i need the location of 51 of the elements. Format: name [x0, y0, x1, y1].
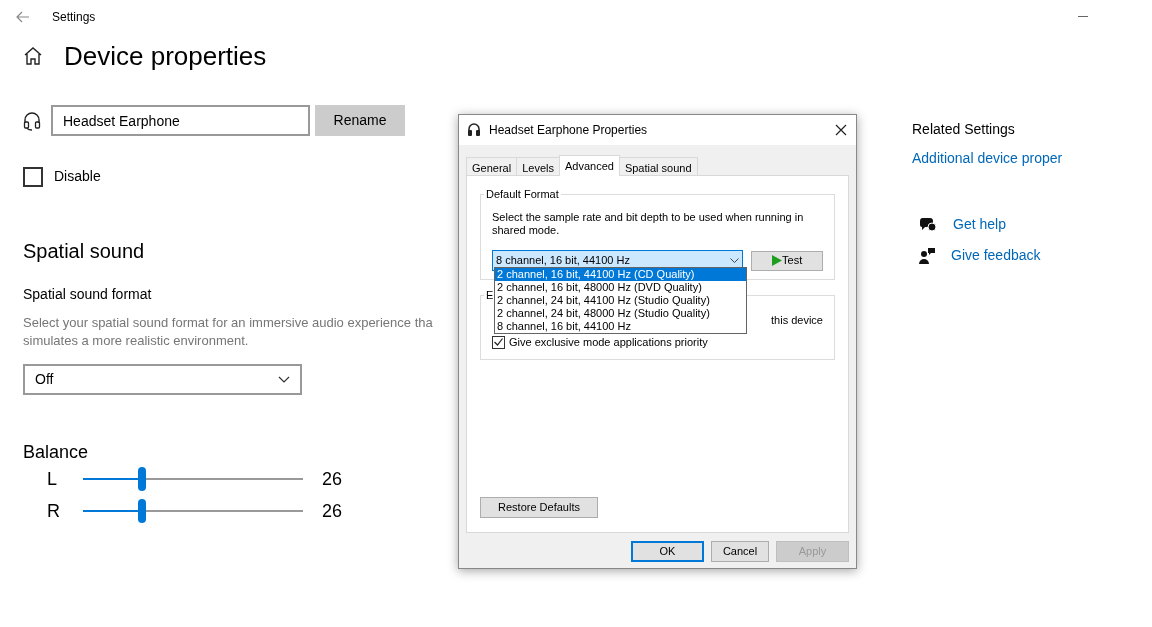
- feedback-icon: [919, 247, 935, 264]
- balance-heading: Balance: [23, 441, 90, 464]
- page-title: Device properties: [64, 43, 267, 69]
- dialog-button[interactable]: OK: [631, 541, 704, 562]
- section-heading: Spatial sound: [23, 239, 146, 263]
- check-icon: [494, 338, 503, 347]
- dialog-button[interactable]: Cancel: [711, 541, 769, 562]
- back-icon[interactable]: [16, 10, 30, 23]
- description-text: Select your spatial sound format for an immersive audio experience tha simulates a more realistic environment.: [23, 314, 433, 350]
- test-button[interactable]: Test: [751, 250, 823, 271]
- restore-defaults-button[interactable]: Restore Defaults: [480, 497, 598, 518]
- checkbox-label: Disable: [54, 167, 101, 186]
- slider-thumb[interactable]: [138, 499, 147, 523]
- channel-label: L: [46, 467, 58, 491]
- chevron-down-icon: [730, 258, 740, 263]
- rename-button[interactable]: Rename: [315, 105, 405, 136]
- home-icon[interactable]: [23, 46, 43, 66]
- group-legend: Default Format: [484, 188, 561, 201]
- dropdown-option[interactable]: 2 channel, 24 bit, 48000 Hz (Studio Quality): [495, 307, 746, 320]
- slider-thumb[interactable]: [138, 467, 147, 491]
- play-icon: [772, 255, 782, 266]
- checkbox[interactable]: [23, 166, 43, 187]
- dropdown-option[interactable]: 2 channel, 24 bit, 44100 Hz (Studio Quality): [495, 294, 746, 307]
- option-text: this device: [771, 313, 823, 325]
- tab[interactable]: Levels: [516, 157, 560, 175]
- name-field[interactable]: Headset Earphone: [51, 105, 310, 136]
- tab[interactable]: Advanced: [558, 155, 620, 176]
- format-dropdown[interactable]: Off: [23, 364, 302, 395]
- channel-label: R: [46, 499, 61, 523]
- dialog-title: Headset Earphone Properties: [489, 122, 648, 139]
- checkbox[interactable]: [492, 335, 505, 349]
- help-link[interactable]: Get help: [953, 214, 1006, 235]
- related-heading: Related Settings: [912, 120, 1016, 139]
- window-title: Settings: [52, 8, 96, 26]
- dropdown-option[interactable]: 2 channel, 16 bit, 44100 Hz (CD Quality): [495, 268, 746, 281]
- help-icon: [919, 216, 937, 233]
- tab[interactable]: General: [466, 157, 518, 175]
- related-link[interactable]: Additional device proper: [912, 148, 1063, 169]
- close-icon[interactable]: [835, 124, 847, 136]
- channel-value: 26: [322, 467, 343, 491]
- field-label: Spatial sound format: [23, 285, 153, 304]
- tab[interactable]: Spatial sound: [618, 157, 698, 175]
- dropdown-option[interactable]: 8 channel, 16 bit, 44100 Hz: [495, 320, 746, 333]
- channel-value: 26: [322, 499, 343, 523]
- format-description: Select the sample rate and bit depth to be used when running in shared mode.: [492, 211, 805, 237]
- headset-icon: [23, 110, 41, 131]
- dropdown-option[interactable]: 2 channel, 16 bit, 48000 Hz (DVD Quality): [495, 281, 746, 294]
- chevron-down-icon: [278, 376, 290, 383]
- headset-icon: [467, 123, 481, 137]
- checkbox-label: Give exclusive mode applications priority: [509, 335, 708, 350]
- feedback-link[interactable]: Give feedback: [951, 245, 1041, 266]
